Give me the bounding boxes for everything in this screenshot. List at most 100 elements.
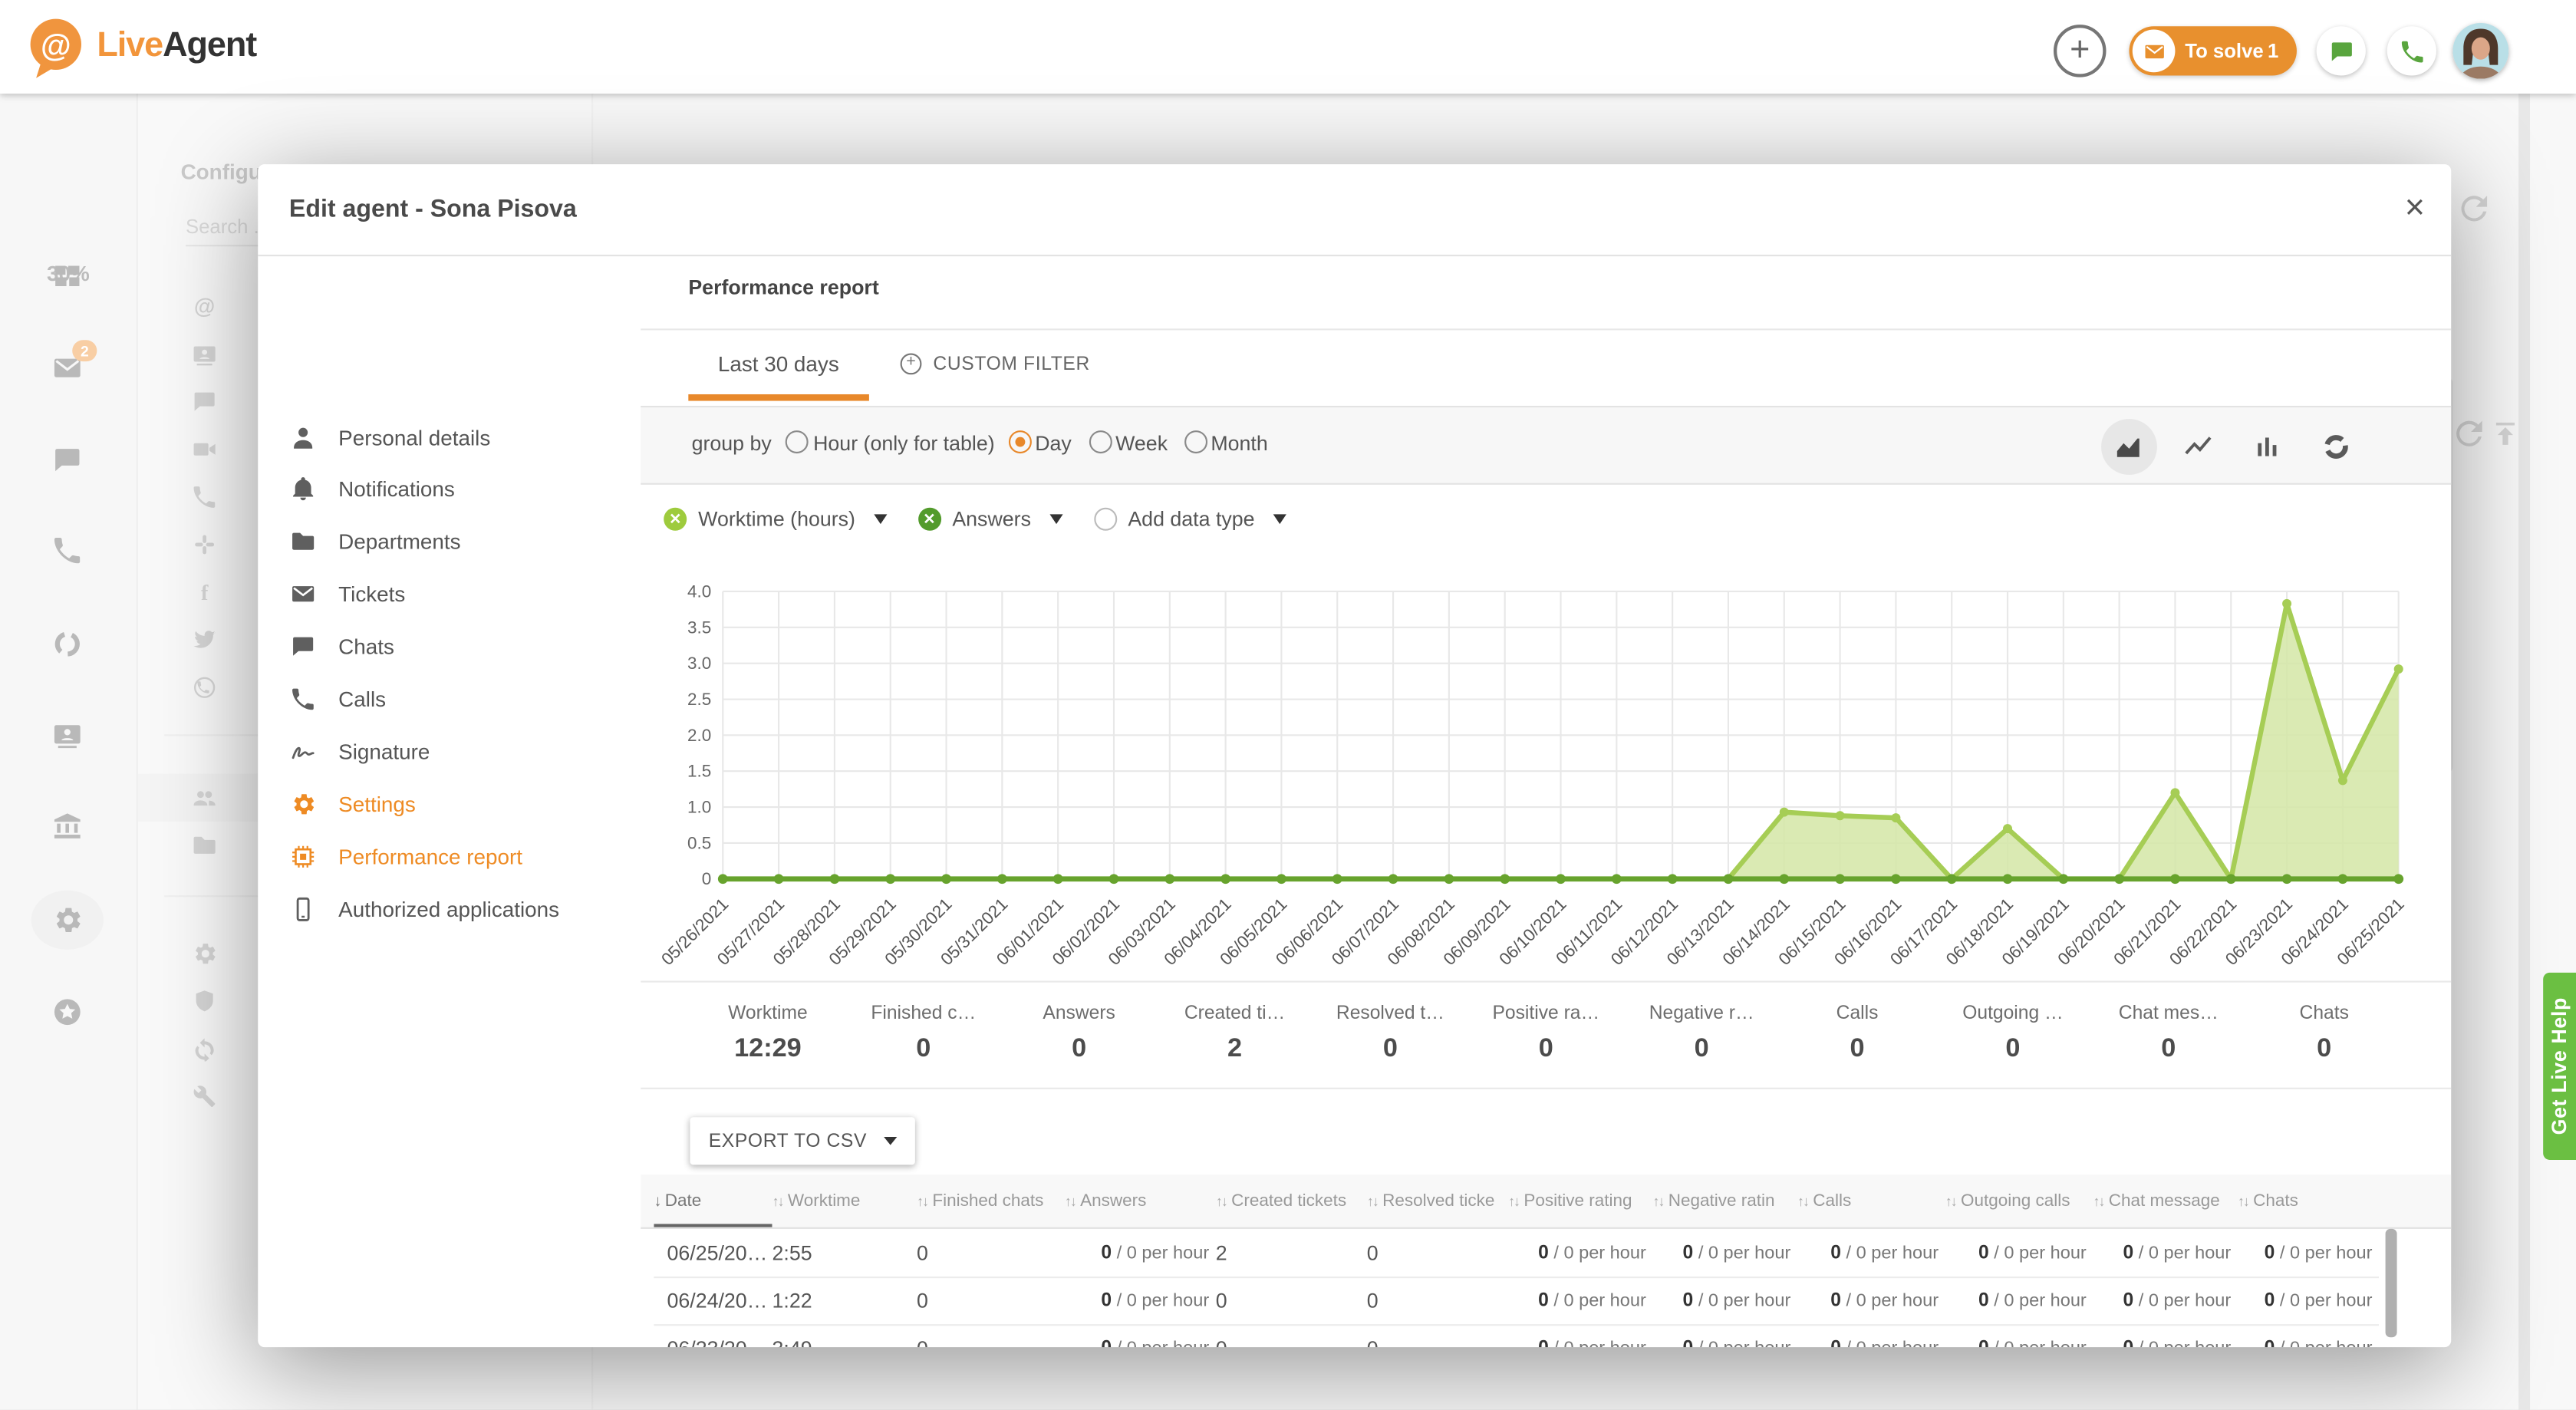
table-cell: 0 / 0 per hour <box>1508 1243 1652 1263</box>
sort-icon: ↑↓ <box>1367 1193 1378 1209</box>
close-icon[interactable]: × <box>2405 164 2425 255</box>
user-avatar[interactable] <box>2452 23 2508 79</box>
table-cell: 0 / 0 per hour <box>2238 1290 2379 1310</box>
table-cell: 2:55 <box>772 1241 917 1264</box>
table-row[interactable]: 06/24/20…1:2200 / 0 per hour000 / 0 per … <box>654 1277 2379 1326</box>
export-to-csv-button[interactable]: EXPORT TO CSV <box>690 1117 914 1165</box>
sort-icon: ↑↓ <box>917 1193 927 1209</box>
signature-icon <box>291 739 315 763</box>
table-cell: 1:22 <box>772 1289 917 1312</box>
modal-nav-notifications[interactable]: Notifications <box>258 468 641 511</box>
area-chart-button[interactable] <box>2101 418 2157 474</box>
column-header-negative-ratin[interactable]: ↑↓Negative ratin <box>1652 1174 1797 1227</box>
area-chart-icon <box>2114 431 2144 461</box>
table-cell: 0 / 0 per hour <box>1652 1243 1797 1263</box>
add-button[interactable]: + <box>2054 25 2107 77</box>
column-header-resolved-ticke[interactable]: ↑↓Resolved ticke <box>1367 1174 1508 1227</box>
modal-nav-departments[interactable]: Departments <box>258 520 641 563</box>
donut-chart-button[interactable] <box>2308 418 2364 474</box>
table-cell: 0 / 0 per hour <box>1508 1290 1652 1310</box>
tab-last-30-days[interactable]: Last 30 days <box>718 328 839 399</box>
stat-chat-mes-: Chat mes…0 <box>2090 983 2246 1088</box>
table-cell: 0 <box>1216 1336 1367 1347</box>
to-solve-label: To solve <box>2185 26 2263 75</box>
modal-title: Edit agent - Sona Pisova <box>289 164 577 255</box>
remove-series-icon[interactable]: ✕ <box>664 508 687 531</box>
modal-nav-personal-details[interactable]: Personal details <box>258 416 641 459</box>
table-cell: 0 <box>1367 1289 1508 1312</box>
phone-icon <box>291 687 315 711</box>
svg-text:0: 0 <box>702 869 712 888</box>
stat-chats: Chats0 <box>2246 983 2402 1088</box>
radio-label: Month <box>1211 431 1267 454</box>
sort-icon: ↑↓ <box>1652 1193 1663 1209</box>
column-header-created-tickets[interactable]: ↑↓Created tickets <box>1216 1174 1367 1227</box>
column-header-positive-rating[interactable]: ↑↓Positive rating <box>1508 1174 1652 1227</box>
table-cell: 0 / 0 per hour <box>1797 1290 1945 1310</box>
modal-nav-settings[interactable]: Settings <box>258 782 641 825</box>
radio-day[interactable] <box>1009 430 1032 453</box>
to-solve-button[interactable]: To solve 1 <box>2129 26 2296 75</box>
chevron-down-icon <box>1273 514 1286 524</box>
table-scrollbar[interactable] <box>2386 1229 2397 1337</box>
column-header-answers[interactable]: ↑↓Answers <box>1065 1174 1216 1227</box>
calls-button[interactable] <box>2387 26 2436 75</box>
modal-nav-performance-report[interactable]: Performance report <box>258 835 641 878</box>
column-header-chats[interactable]: ↑↓Chats <box>2238 1174 2379 1227</box>
stats-summary-row: Worktime12:29 Finished c…0 Answers0 Crea… <box>641 981 2451 1089</box>
bar-chart-button[interactable] <box>2239 418 2295 474</box>
add-series-icon[interactable] <box>1093 508 1116 531</box>
table-cell: 0 <box>1367 1241 1508 1264</box>
table-cell: 0 / 0 per hour <box>1508 1338 1652 1347</box>
group-by-bar: group by Hour (only for table)DayWeekMon… <box>641 405 2451 485</box>
liveagent-logo-icon[interactable]: @ <box>23 15 89 81</box>
modal-nav-calls[interactable]: Calls <box>258 677 641 720</box>
sort-icon: ↑↓ <box>1945 1193 1956 1209</box>
table-cell: 0 <box>1216 1289 1367 1312</box>
table-cell: 0 / 0 per hour <box>2093 1243 2237 1263</box>
chevron-down-icon <box>1049 514 1062 524</box>
performance-chart: 00.51.01.52.02.53.03.54.005/26/202105/27… <box>657 542 2432 973</box>
table-cell: 0 / 0 per hour <box>1652 1290 1797 1310</box>
svg-text:3.5: 3.5 <box>687 618 711 637</box>
to-solve-count: 1 <box>2268 26 2278 75</box>
table-cell: 0 <box>917 1336 1065 1347</box>
table-cell: 0 / 0 per hour <box>1652 1338 1797 1347</box>
stat-calls: Calls0 <box>1780 983 1935 1088</box>
column-header-outgoing-calls[interactable]: ↑↓Outgoing calls <box>1945 1174 2093 1227</box>
svg-text:2.0: 2.0 <box>687 726 711 745</box>
table-row[interactable]: 06/25/20…2:5500 / 0 per hour200 / 0 per … <box>654 1229 2379 1278</box>
remove-series-icon[interactable]: ✕ <box>917 508 940 531</box>
svg-text:0.5: 0.5 <box>687 833 711 852</box>
column-header-finished-chats[interactable]: ↑↓Finished chats <box>917 1174 1065 1227</box>
modal-nav-authorized-applications[interactable]: Authorized applications <box>258 888 641 931</box>
report-heading: Performance report <box>688 276 878 299</box>
stat-positive-ra-: Positive ra…0 <box>1468 983 1624 1088</box>
stat-finished-c-: Finished c…0 <box>845 983 1001 1088</box>
sort-icon: ↑↓ <box>1508 1193 1519 1209</box>
sort-icon: ↑↓ <box>1065 1193 1076 1209</box>
series-chip-add-data-type[interactable]: Add data type <box>1093 508 1286 531</box>
chevron-down-icon <box>874 514 887 524</box>
radio-label: Week <box>1115 431 1168 454</box>
tab-custom-filter[interactable]: CUSTOM FILTER <box>901 328 1090 399</box>
get-live-help-button[interactable]: Get Live Help <box>2543 973 2576 1160</box>
table-row[interactable]: 06/23/20…3:4900 / 0 per hour000 / 0 per … <box>654 1324 2379 1347</box>
series-chip-answers[interactable]: ✕Answers <box>917 508 1062 531</box>
modal-nav-tickets[interactable]: Tickets <box>258 573 641 616</box>
table-cell: 0 / 0 per hour <box>2238 1338 2379 1347</box>
radio-week[interactable] <box>1089 430 1112 453</box>
line-chart-button[interactable] <box>2170 418 2226 474</box>
series-chip-worktime-hours-[interactable]: ✕Worktime (hours) <box>664 508 886 531</box>
column-header-date[interactable]: ↓Date <box>654 1174 772 1227</box>
chats-button[interactable] <box>2317 26 2366 75</box>
column-header-calls[interactable]: ↑↓Calls <box>1797 1174 1945 1227</box>
modal-nav-chats[interactable]: Chats <box>258 625 641 668</box>
column-header-worktime[interactable]: ↑↓Worktime <box>772 1174 917 1227</box>
modal-nav-signature[interactable]: Signature <box>258 730 641 773</box>
radio-hour-only-for-table-[interactable] <box>786 430 809 453</box>
radio-month[interactable] <box>1184 430 1207 453</box>
table-cell: 0 / 0 per hour <box>2238 1243 2379 1263</box>
stat-negative-r-: Negative r…0 <box>1624 983 1780 1088</box>
column-header-chat-message[interactable]: ↑↓Chat message <box>2093 1174 2237 1227</box>
